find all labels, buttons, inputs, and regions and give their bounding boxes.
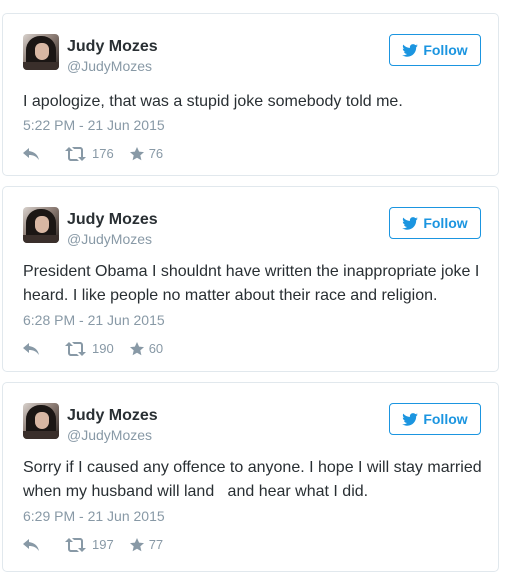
like-count: 76: [148, 146, 164, 161]
reply-icon: [23, 538, 39, 551]
reply-button[interactable]: [23, 342, 45, 355]
retweet-count: 176: [92, 146, 114, 161]
reply-button[interactable]: [23, 538, 45, 551]
follow-button[interactable]: Follow: [389, 403, 481, 435]
twitter-bird-icon: [402, 216, 419, 230]
author-handle[interactable]: @JudyMozes: [67, 58, 152, 74]
reply-icon: [23, 342, 39, 355]
tweet-text: Sorry if I caused any offence to anyone.…: [23, 459, 487, 500]
avatar[interactable]: [23, 34, 59, 70]
tweet-actions: 190 60: [23, 341, 163, 356]
author-name[interactable]: Judy Mozes: [67, 407, 158, 425]
like-count: 77: [148, 537, 164, 552]
author-handle[interactable]: @JudyMozes: [67, 427, 152, 443]
star-icon: [129, 537, 144, 551]
like-button[interactable]: 60: [129, 341, 164, 356]
retweet-icon: [65, 341, 86, 356]
retweet-button[interactable]: 176: [65, 146, 114, 161]
author-handle[interactable]: @JudyMozes: [67, 231, 152, 247]
follow-label: Follow: [423, 42, 468, 58]
tweet-card: Judy Mozes @JudyMozes Follow Sorry if I …: [2, 382, 499, 572]
retweet-button[interactable]: 197: [65, 537, 114, 552]
reply-icon: [23, 147, 39, 160]
author-name[interactable]: Judy Mozes: [67, 38, 158, 56]
tweet-timestamp[interactable]: 5:22 PM - 21 Jun 2015: [23, 117, 165, 133]
follow-label: Follow: [423, 215, 468, 231]
like-button[interactable]: 77: [129, 537, 164, 552]
reply-button[interactable]: [23, 147, 45, 160]
tweet-text: I apologize, that was a stupid joke some…: [23, 93, 403, 110]
follow-label: Follow: [423, 411, 468, 427]
star-icon: [129, 341, 144, 355]
tweet-card: Judy Mozes @JudyMozes Follow I apologize…: [2, 13, 499, 176]
avatar[interactable]: [23, 403, 59, 439]
like-count: 60: [148, 341, 164, 356]
tweet-actions: 176 76: [23, 146, 163, 161]
follow-button[interactable]: Follow: [389, 207, 481, 239]
follow-button[interactable]: Follow: [389, 34, 481, 66]
retweet-button[interactable]: 190: [65, 341, 114, 356]
tweet-timestamp[interactable]: 6:29 PM - 21 Jun 2015: [23, 508, 165, 524]
star-icon: [129, 146, 144, 160]
twitter-bird-icon: [402, 412, 419, 426]
tweet-card: Judy Mozes @JudyMozes Follow President O…: [2, 186, 499, 372]
retweet-icon: [65, 146, 86, 161]
tweet-actions: 197 77: [23, 537, 163, 552]
retweet-count: 190: [92, 341, 114, 356]
avatar[interactable]: [23, 207, 59, 243]
author-name[interactable]: Judy Mozes: [67, 211, 158, 229]
tweet-text: President Obama I shouldnt have written …: [23, 263, 480, 304]
tweet-timestamp[interactable]: 6:28 PM - 21 Jun 2015: [23, 312, 165, 328]
twitter-bird-icon: [402, 43, 419, 57]
like-button[interactable]: 76: [129, 146, 164, 161]
retweet-count: 197: [92, 537, 114, 552]
retweet-icon: [65, 537, 86, 552]
